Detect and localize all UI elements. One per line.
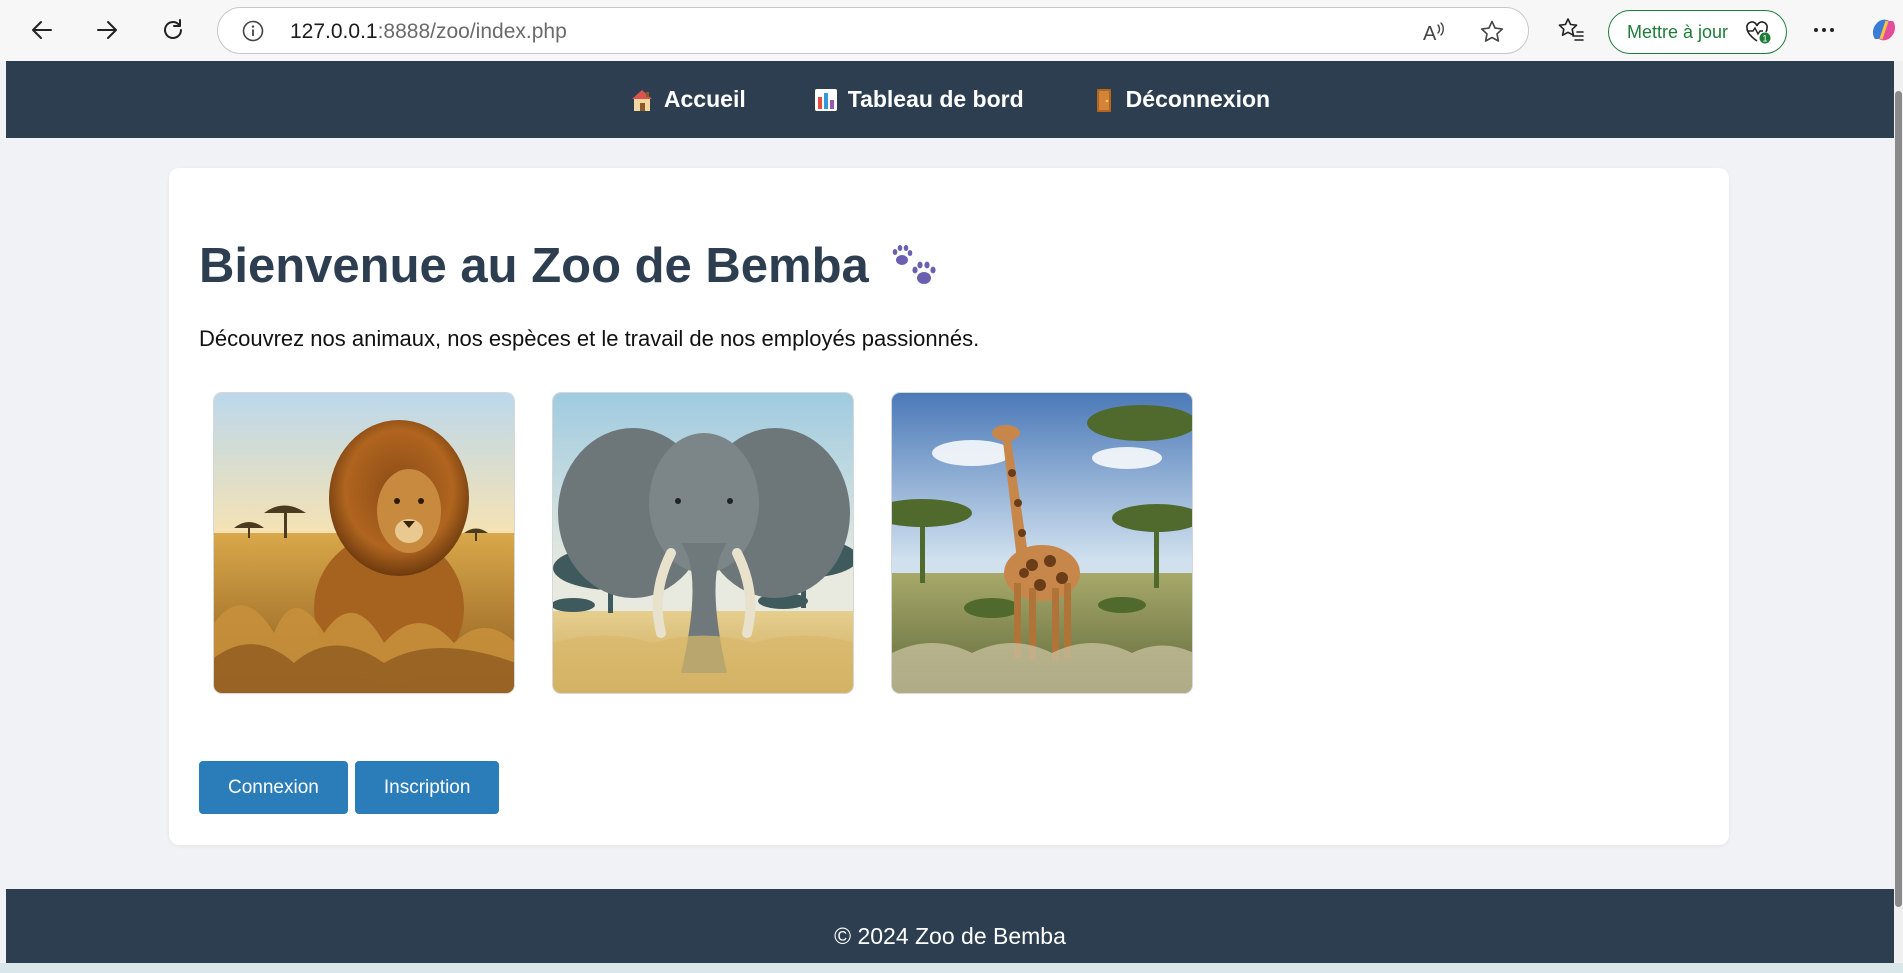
animal-gallery	[213, 392, 1193, 694]
reload-button[interactable]	[155, 12, 191, 48]
nav-item-tableau-de-bord[interactable]: Tableau de bord	[814, 86, 1024, 113]
copilot-icon	[1872, 19, 1896, 41]
nav-item-accueil[interactable]: Accueil	[630, 86, 746, 113]
update-label: Mettre à jour	[1627, 21, 1729, 42]
lion-image	[213, 392, 515, 694]
nav-item-label: Accueil	[663, 86, 746, 112]
favorites-list-icon	[1558, 18, 1584, 41]
arrow-left-icon	[32, 21, 52, 39]
auth-actions: Connexion Inscription	[199, 761, 500, 814]
taskbar-strip	[0, 963, 1903, 973]
favorite-star-icon[interactable]	[1478, 18, 1506, 46]
copilot-button[interactable]	[1866, 12, 1902, 48]
welcome-card: Bienvenue au Zoo de Bemba Découvrez nos …	[169, 168, 1729, 845]
elephant-image	[552, 392, 854, 694]
address-bar[interactable]: 127.0.0.1:8888/zoo/index.php A	[217, 7, 1529, 54]
door-icon	[1096, 88, 1111, 112]
refresh-icon	[164, 19, 182, 39]
nav-item-deconnexion[interactable]: Déconnexion	[1092, 86, 1270, 113]
login-button[interactable]: Connexion	[199, 761, 348, 814]
page-footer: © 2024 Zoo de Bemba	[6, 889, 1894, 963]
nav-item-label: Déconnexion	[1125, 86, 1271, 112]
main-navigation: Accueil Tableau de bord Déconnexion	[6, 61, 1894, 138]
chart-icon	[814, 88, 837, 111]
giraffe-image	[891, 392, 1193, 694]
info-icon[interactable]	[242, 20, 264, 42]
arrow-right-icon	[97, 21, 117, 39]
paw-prints-icon	[892, 245, 936, 284]
nav-item-label: Tableau de bord	[847, 86, 1024, 112]
favorites-button[interactable]	[1553, 12, 1589, 48]
register-button[interactable]: Inscription	[354, 761, 500, 814]
page-viewport: Accueil Tableau de bord Déconnexion Bien…	[6, 61, 1894, 963]
footer-copyright: © 2024 Zoo de Bemba	[834, 923, 1066, 949]
more-menu-button[interactable]	[1806, 12, 1842, 48]
browser-toolbar: 127.0.0.1:8888/zoo/index.php A Mettre à …	[0, 0, 1903, 61]
svg-text:A: A	[1423, 23, 1437, 45]
health-heart-icon: 1	[1746, 21, 1771, 44]
update-badge: 1	[1762, 34, 1767, 44]
forward-button[interactable]	[89, 12, 125, 48]
vertical-scrollbar[interactable]	[1894, 61, 1903, 963]
url-text[interactable]: 127.0.0.1:8888/zoo/index.php	[290, 20, 567, 44]
back-button[interactable]	[24, 12, 60, 48]
scrollbar-thumb[interactable]	[1895, 91, 1902, 907]
update-button[interactable]: Mettre à jour 1	[1608, 10, 1787, 54]
house-icon	[631, 89, 652, 111]
read-aloud-icon[interactable]: A	[1420, 18, 1448, 46]
ellipsis-icon	[1814, 28, 1834, 32]
intro-text: Découvrez nos animaux, nos espèces et le…	[199, 326, 980, 351]
page-title-text: Bienvenue au Zoo de Bemba	[199, 239, 869, 293]
page-title: Bienvenue au Zoo de Bemba	[199, 238, 941, 294]
